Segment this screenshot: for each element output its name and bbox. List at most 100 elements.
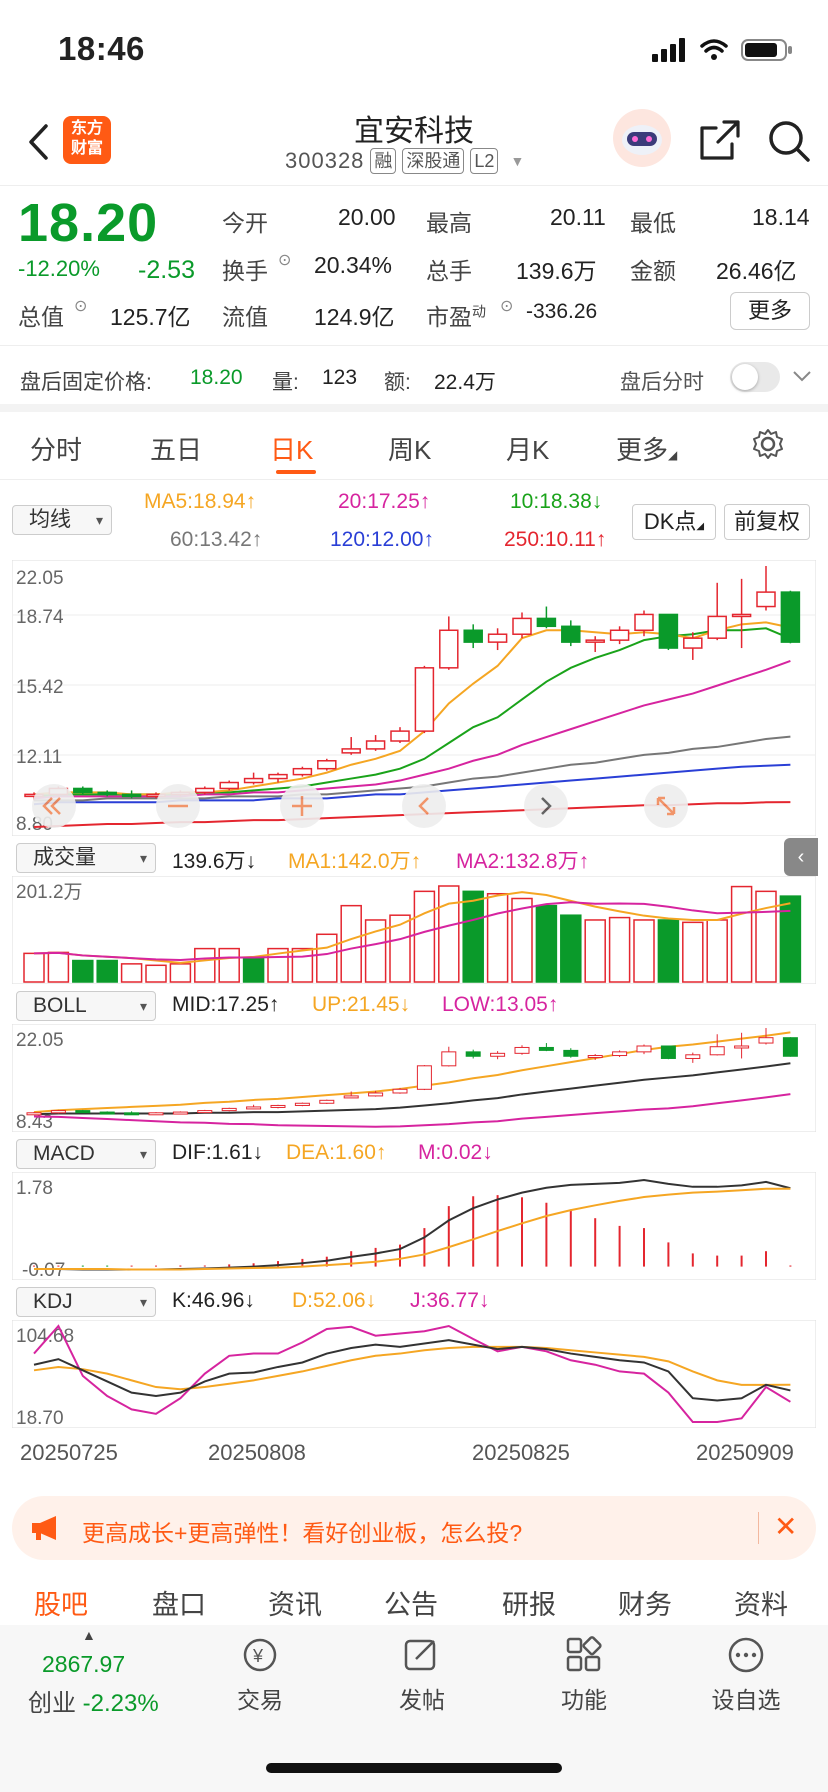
boll-chart[interactable]: 22.05 8.43 [12, 1024, 816, 1132]
volume-bar [560, 914, 582, 983]
tab-weekly-k[interactable]: 周K [388, 430, 431, 467]
boll-up: UP:21.45↓ [312, 993, 411, 1016]
stock-code: 300328 [285, 148, 365, 173]
ma20-line [33, 659, 791, 800]
share-icon[interactable] [698, 118, 742, 162]
wifi-icon [700, 39, 728, 60]
active-tab-indicator [276, 470, 316, 474]
search-icon[interactable] [766, 118, 812, 164]
low-label: 最低 [630, 210, 676, 236]
tab-forum[interactable]: 股吧 [34, 1583, 88, 1622]
chevron-down-icon[interactable] [792, 370, 812, 384]
info-icon[interactable]: ⊙ [278, 250, 291, 270]
volume-total: 139.6万↓ [172, 850, 257, 873]
volume-bar [682, 921, 704, 983]
tab-daily-k[interactable]: 日K [270, 430, 313, 467]
battery-icon [741, 39, 792, 61]
kdj-chart[interactable]: 104.68 18.70 [12, 1320, 816, 1428]
volume-chart[interactable]: 201.2万 [12, 876, 816, 984]
after-hours-amt: 22.4万 [434, 371, 496, 394]
boll-candle-body [172, 1111, 188, 1115]
zoom-out-icon[interactable] [156, 784, 200, 828]
boll-candle-body [685, 1054, 701, 1059]
boll-candle-body [319, 1099, 335, 1104]
index-change[interactable]: 创业 -2.23% [28, 1683, 159, 1718]
boll-candle-body [660, 1045, 676, 1059]
tab-monthly-k[interactable]: 月K [506, 430, 549, 467]
volume-bar [242, 957, 265, 983]
add-watchlist-button[interactable]: 设自选 [686, 1635, 806, 1715]
robot-assistant-icon[interactable] [612, 108, 672, 168]
stock-code-row[interactable]: 300328 融 深股通 L2 ▼ [285, 148, 524, 174]
after-hours-toggle[interactable] [730, 362, 780, 392]
tab-more[interactable]: 更多◢ [616, 430, 677, 467]
open-label: 今开 [222, 210, 268, 236]
boll-candle-body [270, 1104, 286, 1108]
volume-bar [633, 919, 655, 983]
index-value[interactable]: 2867.97 [42, 1651, 125, 1678]
dk-point-button[interactable]: DK点◢ [632, 504, 716, 540]
info-icon[interactable]: ⊙ [74, 296, 87, 316]
settings-gear-icon[interactable] [752, 428, 784, 460]
ma20-label: 20:17.25↑ [338, 490, 431, 513]
candle-body [439, 629, 459, 669]
indicator-select-boll[interactable]: BOLL [16, 991, 156, 1021]
volume-bar [72, 959, 94, 983]
zoom-in-icon[interactable] [280, 784, 324, 828]
macd-axis-max: 1.78 [16, 1178, 53, 1199]
indicator-select-ma[interactable]: 均线 [12, 505, 112, 535]
post-button[interactable]: 发帖 [362, 1635, 482, 1715]
megaphone-icon [32, 1516, 56, 1540]
expand-up-icon[interactable]: ▲ [82, 1627, 96, 1643]
volume-ma2: MA2:132.8万↑ [456, 850, 590, 873]
volume-bar [316, 933, 338, 983]
boll-candle-body [197, 1110, 213, 1114]
close-icon[interactable]: ✕ [774, 1510, 797, 1543]
tab-news[interactable]: 资讯 [268, 1583, 322, 1622]
boll-candle-body [465, 1051, 481, 1057]
boll-candle-body [416, 1065, 432, 1090]
dropdown-icon[interactable]: ▼ [510, 153, 524, 169]
candle-body [390, 730, 410, 742]
info-icon[interactable]: ⊙ [500, 296, 513, 316]
boll-candle-body [75, 1110, 91, 1114]
indicator-select-macd[interactable]: MACD [16, 1139, 156, 1169]
kdj-axis-max: 104.68 [16, 1326, 74, 1347]
volume-label: 总手 [426, 258, 472, 284]
trade-button[interactable]: ¥ 交易 [200, 1635, 320, 1715]
mcap-value: 125.7亿 [110, 304, 191, 330]
kdj-k: K:46.96↓ [172, 1289, 255, 1312]
tab-announcements[interactable]: 公告 [384, 1583, 438, 1622]
side-panel-toggle[interactable]: ‹ [784, 838, 818, 876]
promo-banner[interactable]: 更高成长+更高弹性！看好创业板，怎么投? ✕ [12, 1496, 816, 1560]
more-button[interactable]: 更多 [730, 292, 810, 330]
candlestick-chart[interactable]: 22.05 18.74 15.42 12.11 8.80 [12, 560, 816, 836]
tab-five-day[interactable]: 五日 [150, 430, 202, 467]
next-icon[interactable] [524, 784, 568, 828]
tab-profile[interactable]: 资料 [734, 1583, 788, 1622]
functions-button[interactable]: 功能 [524, 1635, 644, 1715]
boll-low-line [33, 1093, 791, 1128]
indicator-select-volume[interactable]: 成交量 [16, 843, 156, 873]
volume-bar [755, 890, 777, 983]
indicator-select-kdj[interactable]: KDJ [16, 1287, 156, 1317]
tab-order-book[interactable]: 盘口 [152, 1583, 206, 1622]
boll-candle-body [538, 1046, 554, 1051]
volume-bar [608, 916, 631, 983]
tab-intraday[interactable]: 分时 [30, 430, 82, 467]
scroll-left-icon[interactable] [32, 784, 76, 828]
tab-finance[interactable]: 财务 [618, 1583, 672, 1622]
date-label: 20250808 [208, 1440, 306, 1465]
prev-icon[interactable] [402, 784, 446, 828]
candle-body [268, 773, 288, 780]
macd-chart[interactable]: 1.78 -0.07 [12, 1172, 816, 1280]
tab-research[interactable]: 研报 [502, 1583, 556, 1622]
fullscreen-icon[interactable] [644, 784, 688, 828]
after-hours-toggle-label: 盘后分时 [620, 371, 704, 394]
high-label: 最高 [426, 210, 472, 236]
grid-icon [566, 1636, 602, 1672]
adjust-price-button[interactable]: 前复权 [724, 504, 810, 540]
change-value: -2.53 [138, 256, 195, 284]
boll-up-line [33, 1031, 791, 1114]
boll-candle-body [514, 1046, 530, 1054]
